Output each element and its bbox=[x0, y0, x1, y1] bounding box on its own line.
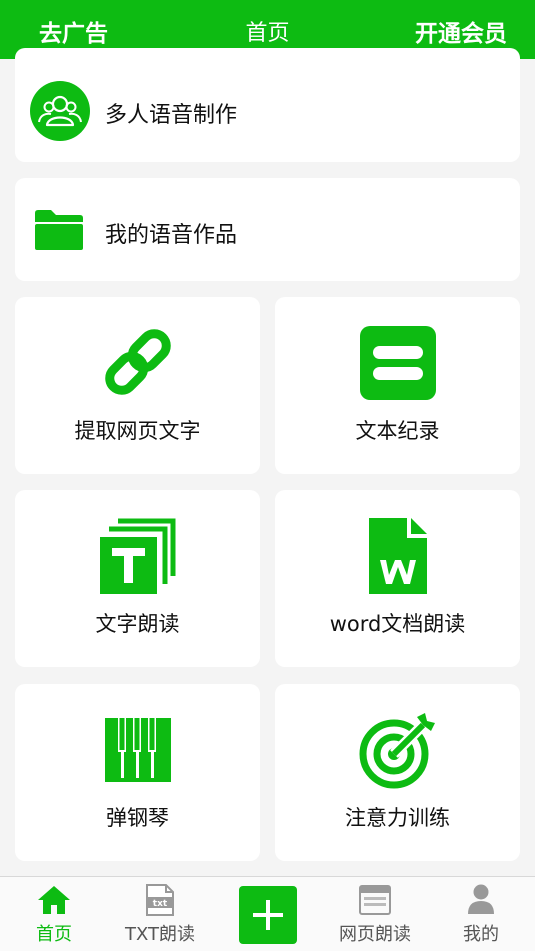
extract-webpage-text-tile[interactable]: 提取网页文字 bbox=[15, 297, 260, 474]
text-record-label: 文本纪录 bbox=[355, 419, 440, 443]
nav-txt-reading-label: TXT朗读 bbox=[124, 924, 195, 945]
nav-home[interactable]: 首页 bbox=[4, 877, 104, 951]
webpage-icon bbox=[359, 885, 391, 919]
home-icon bbox=[38, 886, 70, 918]
profile-icon bbox=[468, 884, 494, 918]
text-record-tile[interactable]: 文本纪录 bbox=[275, 297, 520, 474]
attention-training-label: 注意力训练 bbox=[345, 806, 450, 830]
nav-webpage-reading[interactable]: 网页朗读 bbox=[325, 877, 425, 951]
word-document-icon bbox=[368, 518, 427, 598]
multi-voice-label: 多人语音制作 bbox=[105, 103, 238, 128]
folder-icon bbox=[35, 210, 83, 254]
group-users-icon bbox=[30, 81, 90, 145]
nav-mine[interactable]: 我的 bbox=[431, 877, 531, 951]
multi-voice-card[interactable]: 多人语音制作 bbox=[15, 48, 520, 162]
nav-mine-label: 我的 bbox=[463, 924, 499, 945]
my-voice-works-card[interactable]: 我的语音作品 bbox=[15, 178, 520, 281]
plus-icon bbox=[252, 899, 284, 935]
play-piano-tile[interactable]: 弹钢琴 bbox=[15, 684, 260, 861]
extract-webpage-text-label: 提取网页文字 bbox=[74, 419, 201, 443]
play-piano-label: 弹钢琴 bbox=[106, 806, 169, 830]
piano-icon bbox=[104, 718, 171, 786]
txt-file-icon: txt bbox=[146, 884, 174, 920]
bottom-navigation: 首页 txt TXT朗读 网页朗读 我的 bbox=[0, 876, 535, 951]
word-document-reading-tile[interactable]: word文档朗读 bbox=[275, 490, 520, 667]
text-t-icon bbox=[99, 518, 176, 598]
text-reading-label: 文字朗读 bbox=[95, 612, 180, 636]
target-icon bbox=[359, 711, 437, 793]
text-record-icon bbox=[359, 326, 436, 404]
text-reading-tile[interactable]: 文字朗读 bbox=[15, 490, 260, 667]
nav-home-label: 首页 bbox=[36, 924, 72, 945]
my-voice-works-label: 我的语音作品 bbox=[105, 223, 238, 248]
word-document-reading-label: word文档朗读 bbox=[329, 612, 466, 636]
nav-txt-reading[interactable]: txt TXT朗读 bbox=[110, 877, 210, 951]
nav-webpage-reading-label: 网页朗读 bbox=[339, 924, 411, 945]
link-icon bbox=[99, 323, 177, 405]
vip-membership-button[interactable]: 开通会员 bbox=[415, 14, 507, 48]
svg-text:txt: txt bbox=[153, 899, 168, 909]
add-button[interactable] bbox=[239, 886, 297, 944]
attention-training-tile[interactable]: 注意力训练 bbox=[275, 684, 520, 861]
